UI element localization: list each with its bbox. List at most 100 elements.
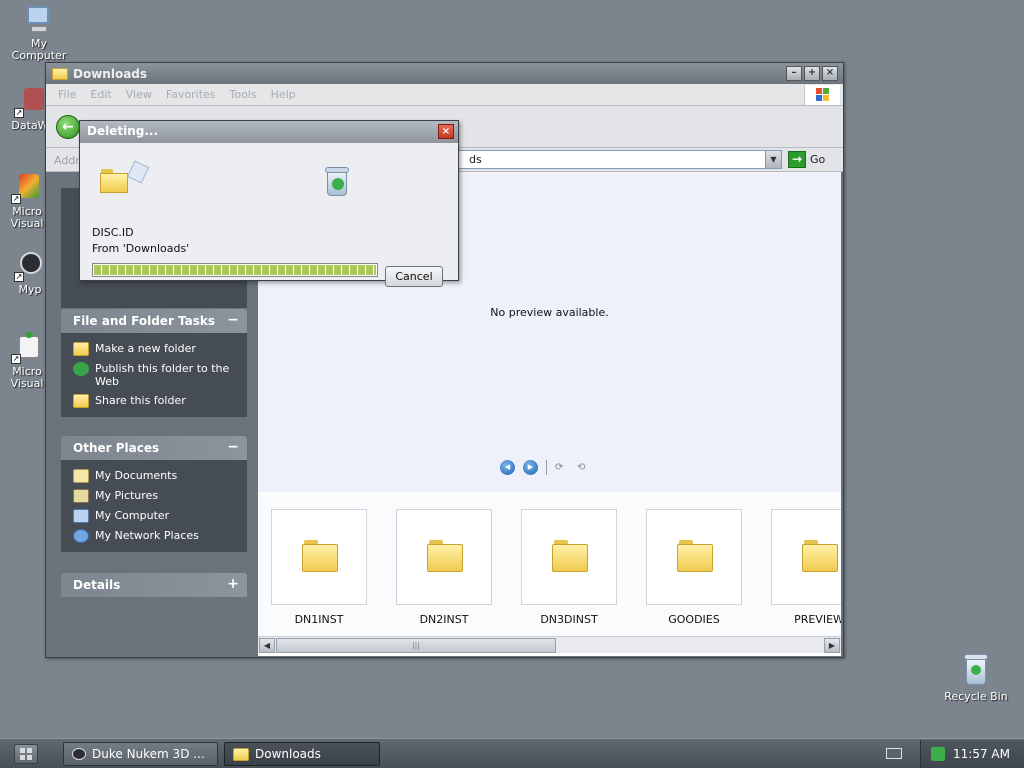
desktop-icon-label: Micro Visual [10, 365, 44, 390]
maximize-button[interactable]: + [804, 66, 820, 81]
taskbar-button-label: Duke Nukem 3D ... [92, 747, 205, 761]
filmstrip-item[interactable]: DN3DINST [521, 509, 617, 626]
computer-icon [73, 509, 89, 523]
file-folder-tasks-panel: File and Folder Tasks − Make a new folde… [61, 309, 247, 417]
place-label: My Computer [95, 509, 170, 522]
back-arrow-icon[interactable]: ← [56, 115, 80, 139]
menu-view[interactable]: View [126, 88, 152, 101]
task-publish-web[interactable]: Publish this folder to the Web [73, 359, 239, 391]
place-my-documents[interactable]: My Documents [73, 466, 239, 486]
rotate-counterclockwise-icon[interactable]: ⟲ [577, 462, 591, 473]
cancel-button[interactable]: Cancel [385, 266, 443, 287]
desktop-icon-my-computer[interactable]: My Computer [8, 4, 70, 62]
scroll-right-icon[interactable]: ▶ [824, 638, 840, 653]
menu-help[interactable]: Help [271, 88, 296, 101]
panel-header[interactable]: Other Places − [61, 436, 247, 460]
no-preview-message: No preview available. [490, 306, 609, 319]
source-folder-icon [100, 169, 130, 193]
place-my-network[interactable]: My Network Places [73, 526, 239, 546]
start-button[interactable] [14, 744, 38, 764]
windows-logo-icon [804, 85, 840, 105]
thumbnail-frame [521, 509, 617, 605]
filmstrip-item[interactable]: DN1INST [271, 509, 367, 626]
next-image-icon[interactable]: ▶ [523, 460, 538, 475]
share-folder-icon [73, 394, 89, 408]
shortcut-arrow-icon: ↗ [14, 272, 24, 282]
previous-image-icon[interactable]: ◀ [500, 460, 515, 475]
menu-file[interactable]: File [58, 88, 76, 101]
keyboard-icon[interactable] [886, 748, 902, 759]
go-arrow-icon: → [788, 151, 806, 168]
preview-controls: ◀ ▶ ⟳ ⟲ [500, 460, 591, 475]
folder-icon [302, 540, 338, 572]
go-button[interactable]: → Go [788, 151, 825, 168]
task-label: Publish this folder to the Web [95, 362, 230, 388]
menu-tools[interactable]: Tools [230, 88, 257, 101]
chevron-down-icon[interactable]: ▼ [765, 151, 781, 168]
address-label: Addr [54, 154, 80, 167]
place-my-pictures[interactable]: My Pictures [73, 486, 239, 506]
taskbar-button-label: Downloads [255, 747, 321, 761]
new-folder-icon [73, 342, 89, 356]
recycle-bin-icon [324, 167, 350, 197]
desktop-icon-label: Micro Visual [10, 205, 44, 230]
taskbar-button-downloads[interactable]: Downloads [224, 742, 380, 766]
filmstrip: DN1INST DN2INST DN3DINST GOODIES PREVIEW [258, 492, 841, 636]
thumbnail-frame [271, 509, 367, 605]
expand-icon[interactable]: + [227, 576, 239, 592]
desktop-icon-micro-visual-2[interactable]: ↗ Micro Visual [4, 332, 50, 390]
scroll-thumb[interactable]: ||| [276, 638, 556, 653]
rotate-clockwise-icon[interactable]: ⟳ [555, 462, 569, 473]
collapse-icon[interactable]: − [227, 312, 239, 328]
recycle-bin-icon [962, 654, 990, 686]
collapse-icon[interactable]: − [227, 439, 239, 455]
raccoon-icon: ↗ [14, 250, 46, 282]
desktop-icon-label: My Computer [11, 37, 67, 62]
panel-title: Other Places [73, 441, 160, 455]
desktop-icon-label: Myp [18, 283, 42, 296]
thumbnail-frame [646, 509, 742, 605]
filmstrip-label: DN3DINST [540, 613, 598, 626]
desktop-icon-myp[interactable]: ↗ Myp [10, 250, 50, 296]
window-titlebar[interactable]: Downloads – + × [46, 63, 843, 84]
dialog-close-button[interactable]: × [438, 124, 454, 139]
address-value: ds [469, 153, 482, 166]
filmstrip-label: DN2INST [419, 613, 469, 626]
minimize-button[interactable]: – [786, 66, 802, 81]
panel-header[interactable]: Details + [61, 573, 247, 597]
taskbar: Duke Nukem 3D ... Downloads 11:57 AM [0, 738, 1024, 768]
taskbar-button-duke-nukem[interactable]: Duke Nukem 3D ... [63, 742, 218, 766]
visual-basic-icon: ↗ [11, 332, 43, 364]
folder-icon [677, 540, 713, 572]
thumbnail-frame [396, 509, 492, 605]
task-share-folder[interactable]: Share this folder [73, 391, 239, 411]
horizontal-scrollbar[interactable]: ◀ ||| ▶ [258, 636, 841, 653]
menu-favorites[interactable]: Favorites [166, 88, 216, 101]
desktop-icon-micro-visual-1[interactable]: ↗ Micro Visual [4, 172, 50, 230]
pictures-icon [73, 489, 89, 503]
recycle-bin-label: Recycle Bin [944, 690, 1008, 703]
filmstrip-item[interactable]: GOODIES [646, 509, 742, 626]
menu-edit[interactable]: Edit [90, 88, 111, 101]
task-make-folder[interactable]: Make a new folder [73, 339, 239, 359]
task-label: Make a new folder [95, 342, 196, 355]
filmstrip-item[interactable]: DN2INST [396, 509, 492, 626]
go-label: Go [810, 153, 826, 166]
place-my-computer[interactable]: My Computer [73, 506, 239, 526]
filmstrip-item[interactable]: PREVIEW [771, 509, 841, 626]
panel-title: File and Folder Tasks [73, 314, 216, 328]
task-label: Share this folder [95, 394, 186, 407]
thumbnail-frame [771, 509, 841, 605]
recycle-tray-icon[interactable] [931, 747, 945, 761]
panel-body: My Documents My Pictures My Computer My … [61, 460, 247, 552]
panel-header[interactable]: File and Folder Tasks − [61, 309, 247, 333]
desktop-icon-recycle-bin[interactable]: Recycle Bin [936, 654, 1016, 703]
scroll-left-icon[interactable]: ◀ [259, 638, 275, 653]
folder-icon [802, 540, 838, 572]
clock[interactable]: 11:57 AM [953, 747, 1010, 761]
place-label: My Network Places [95, 529, 199, 542]
dialog-body: DISC.ID From 'Downloads' Cancel [80, 143, 458, 287]
other-places-panel: Other Places − My Documents My Pictures … [61, 436, 247, 552]
close-button[interactable]: × [822, 66, 838, 81]
dialog-titlebar[interactable]: Deleting... × [80, 121, 458, 143]
